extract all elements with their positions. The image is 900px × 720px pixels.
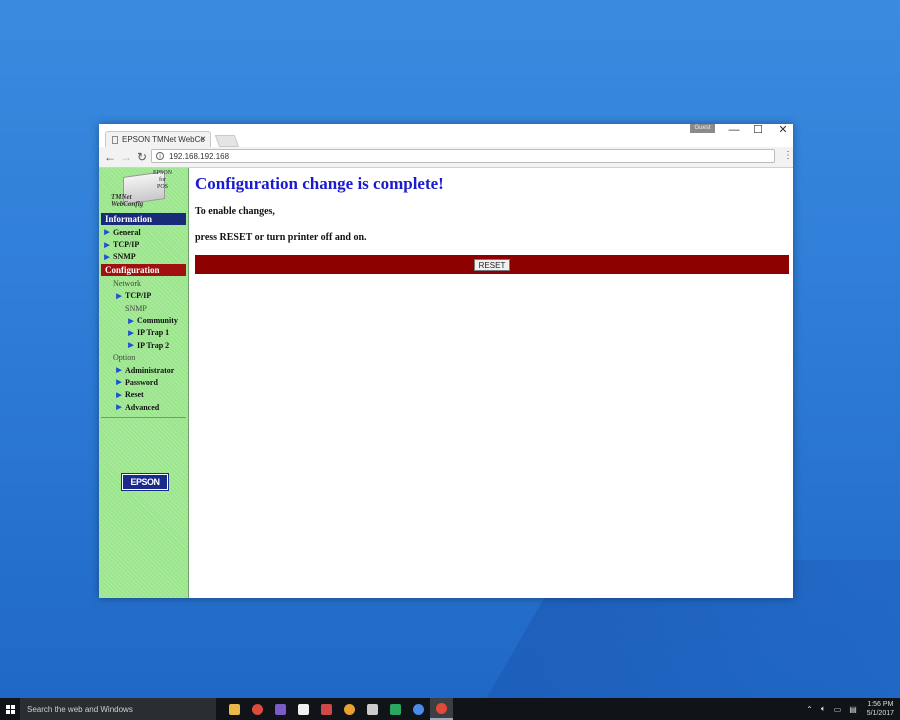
tmnet-logo: EPSON for POS TMNet WebConfig	[99, 168, 188, 212]
message-line-2: press RESET or turn printer off and on.	[195, 232, 367, 243]
taskbar-app[interactable]	[407, 698, 430, 720]
arrow-icon: ▶	[128, 341, 134, 350]
taskbar-app[interactable]	[338, 698, 361, 720]
taskbar-apps	[223, 698, 453, 720]
calculator-icon	[367, 703, 378, 715]
arrow-icon: ▶	[104, 228, 110, 237]
maximize-button[interactable]: ☐	[749, 124, 767, 136]
back-icon[interactable]: ←	[102, 150, 118, 164]
sidebar-item-snmp[interactable]: ▶ SNMP	[99, 251, 188, 263]
configuration-header: Configuration	[101, 264, 186, 277]
sidebar-item-community[interactable]: ▶ Community	[99, 314, 188, 326]
arrow-icon: ▶	[104, 252, 110, 261]
volume-icon[interactable]: 🔈︎	[821, 704, 826, 714]
reset-button[interactable]: RESET	[473, 258, 511, 271]
menu-icon[interactable]: ⋮	[783, 150, 793, 162]
arrow-icon: ▶	[116, 390, 122, 399]
snmp-label: SNMP	[125, 303, 147, 313]
taskbar-app[interactable]	[361, 698, 384, 720]
file-explorer-icon	[229, 703, 240, 715]
clock-date: 5/1/2017	[866, 710, 894, 717]
info-icon[interactable]: i	[156, 152, 164, 160]
sidebar-divider	[101, 417, 186, 419]
new-tab-button[interactable]	[214, 135, 240, 147]
chrome-canary-icon	[344, 703, 355, 715]
system-tray: ⌃ 🔈︎ ▭ ▤ 1:56 PM 5/1/2017	[802, 698, 894, 720]
sidebar-item-administrator[interactable]: ▶ Administrator	[99, 364, 188, 376]
taskbar-app[interactable]	[315, 698, 338, 720]
taskbar-app[interactable]	[223, 698, 246, 720]
arrow-icon: ▶	[116, 378, 122, 387]
page-title: Configuration change is complete!	[195, 174, 444, 193]
notification-icon[interactable]: ▤	[849, 705, 857, 714]
sidebar-item-config-tcpip[interactable]: ▶ TCP/IP	[99, 290, 188, 302]
taskbar-app[interactable]	[384, 698, 407, 720]
taskbar-app[interactable]	[430, 698, 453, 720]
paint-icon	[321, 703, 332, 715]
tab-close-icon[interactable]: ×	[200, 134, 206, 145]
page-content: EPSON for POS TMNet WebConfig Informatio…	[99, 168, 793, 598]
tab-title: EPSON TMNet WebConfig	[122, 135, 204, 144]
sidebar-item-reset[interactable]: ▶ Reset	[99, 389, 188, 401]
chrome-icon	[252, 703, 263, 715]
app-icon	[298, 703, 309, 715]
windows-icon	[5, 704, 15, 714]
reset-bar: RESET	[195, 255, 789, 274]
browser-window: EPSON TMNet WebConfig × Guest — ☐ ✕ ← → …	[99, 124, 793, 598]
main-content: Configuration change is complete! To ena…	[189, 168, 793, 598]
arrow-icon: ▶	[104, 240, 110, 249]
sidebar-item-password[interactable]: ▶ Password	[99, 376, 188, 388]
chrome-active-icon	[436, 702, 447, 714]
sidebar: EPSON for POS TMNet WebConfig Informatio…	[99, 168, 189, 598]
network-icon[interactable]: ▭	[834, 705, 842, 714]
reload-icon[interactable]: ↻	[134, 150, 150, 164]
sidebar-item-advanced[interactable]: ▶ Advanced	[99, 401, 188, 413]
taskbar: Search the web and Windows ⌃ 🔈︎ ▭ ▤ 1:56…	[0, 698, 900, 720]
arrow-icon: ▶	[116, 366, 122, 375]
clock[interactable]: 1:56 PM 5/1/2017	[867, 700, 894, 718]
sidebar-item-ip-trap-1[interactable]: ▶ IP Trap 1	[99, 327, 188, 339]
browser-toolbar: ← → ↻ i 192.168.192.168 ⋮	[99, 147, 793, 168]
arrow-icon: ▶	[116, 403, 122, 412]
forward-icon[interactable]: →	[118, 150, 134, 164]
taskbar-app[interactable]	[269, 698, 292, 720]
chrome-app-icon	[413, 703, 424, 715]
browser-titlebar: EPSON TMNet WebConfig × Guest — ☐ ✕	[99, 124, 793, 147]
network-label: Network	[113, 278, 141, 288]
address-bar[interactable]: i 192.168.192.168	[151, 149, 775, 163]
logo-product-text: TMNet WebConfig	[111, 193, 144, 208]
sidebar-item-tcpip[interactable]: ▶ TCP/IP	[99, 238, 188, 250]
taskbar-app[interactable]	[292, 698, 315, 720]
option-label: Option	[113, 353, 136, 363]
close-window-button[interactable]: ✕	[774, 124, 792, 136]
arrow-icon: ▶	[116, 291, 122, 300]
epson-logo[interactable]: EPSON	[121, 473, 169, 491]
page-icon	[112, 135, 118, 144]
message-line-1: To enable changes,	[195, 206, 275, 217]
logo-brand-text: EPSON for POS	[153, 170, 173, 190]
chevron-up-icon[interactable]: ⌃	[806, 705, 813, 714]
url-text: 192.168.192.168	[169, 151, 230, 161]
guest-badge[interactable]: Guest	[690, 124, 715, 133]
taskbar-app[interactable]	[246, 698, 269, 720]
visual-studio-icon	[275, 703, 286, 715]
arrow-icon: ▶	[128, 316, 134, 325]
start-button[interactable]	[0, 698, 20, 720]
taskbar-search[interactable]: Search the web and Windows	[20, 698, 216, 720]
browser-tab[interactable]: EPSON TMNet WebConfig ×	[105, 131, 211, 147]
sidebar-item-general[interactable]: ▶ General	[99, 226, 188, 238]
arrow-icon: ▶	[128, 328, 134, 337]
information-header: Information	[101, 213, 186, 225]
clock-time: 1:56 PM	[867, 701, 894, 708]
grammarly-icon	[390, 703, 401, 715]
minimize-button[interactable]: —	[725, 124, 743, 136]
sidebar-item-ip-trap-2[interactable]: ▶ IP Trap 2	[99, 339, 188, 351]
